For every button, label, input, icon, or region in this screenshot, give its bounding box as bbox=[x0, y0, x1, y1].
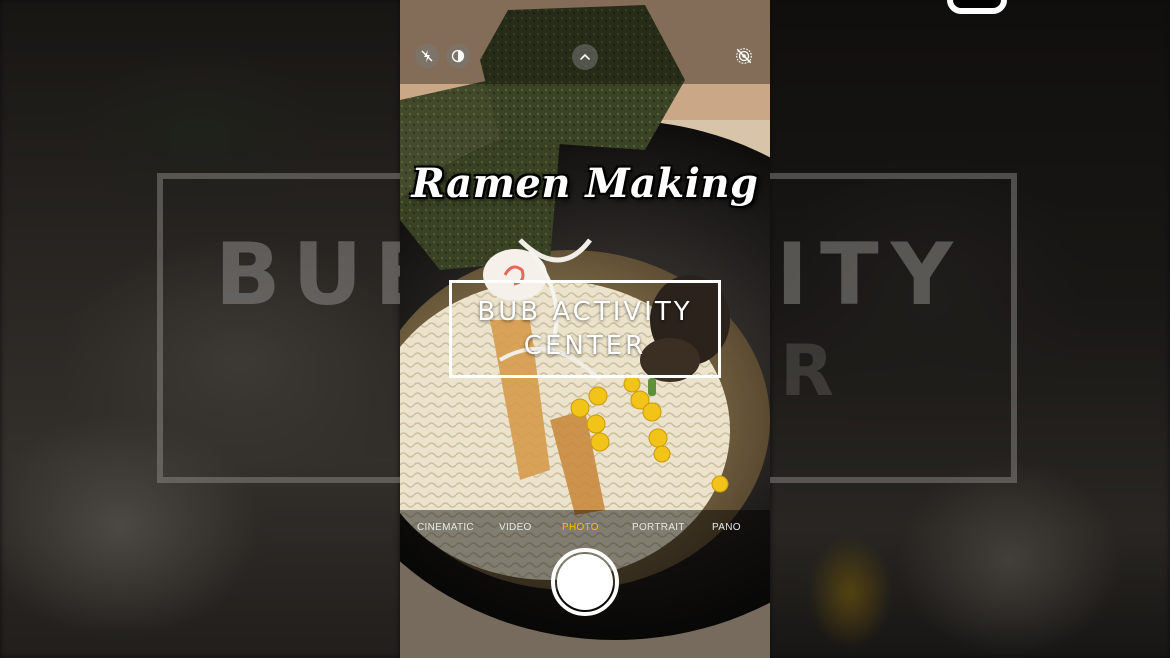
corner-mark bbox=[947, 0, 1007, 14]
chevron-up-icon bbox=[580, 53, 590, 60]
live-off-button[interactable] bbox=[732, 44, 756, 68]
ghost-logo-text-right-2: R bbox=[780, 330, 846, 412]
ghost-logo-frame-right bbox=[770, 173, 1017, 483]
camera-viewfinder: Ramen Making BUB ACTIVITY CENTER CINEMAT… bbox=[400, 0, 770, 658]
shutter-inner bbox=[557, 554, 613, 610]
camera-top-bar bbox=[400, 0, 770, 84]
live-off-icon bbox=[736, 48, 752, 64]
ghost-logo-frame-left bbox=[157, 173, 417, 483]
logo-line-1: BUB ACTIVITY bbox=[477, 297, 693, 327]
ghost-logo-text-right: ITY bbox=[776, 225, 965, 325]
overlay-title: Ramen Making bbox=[411, 160, 759, 207]
mode-cinematic[interactable]: CINEMATIC bbox=[417, 522, 474, 533]
mode-video[interactable]: VIDEO bbox=[499, 522, 532, 533]
logo-box: BUB ACTIVITY CENTER bbox=[449, 280, 721, 378]
live-photo-button[interactable] bbox=[446, 44, 470, 68]
live-photo-icon bbox=[451, 49, 465, 63]
mode-pano[interactable]: PANO bbox=[712, 522, 741, 533]
flash-off-button[interactable] bbox=[415, 44, 439, 68]
logo-line-2: CENTER bbox=[523, 331, 647, 361]
shutter-button[interactable] bbox=[551, 548, 619, 616]
mode-photo[interactable]: PHOTO bbox=[562, 522, 599, 533]
mode-portrait[interactable]: PORTRAIT bbox=[632, 522, 685, 533]
expand-controls-button[interactable] bbox=[572, 44, 598, 70]
camera-mode-selector: CINEMATIC VIDEO PHOTO PORTRAIT PANO bbox=[400, 522, 770, 538]
flash-off-icon bbox=[421, 50, 433, 62]
